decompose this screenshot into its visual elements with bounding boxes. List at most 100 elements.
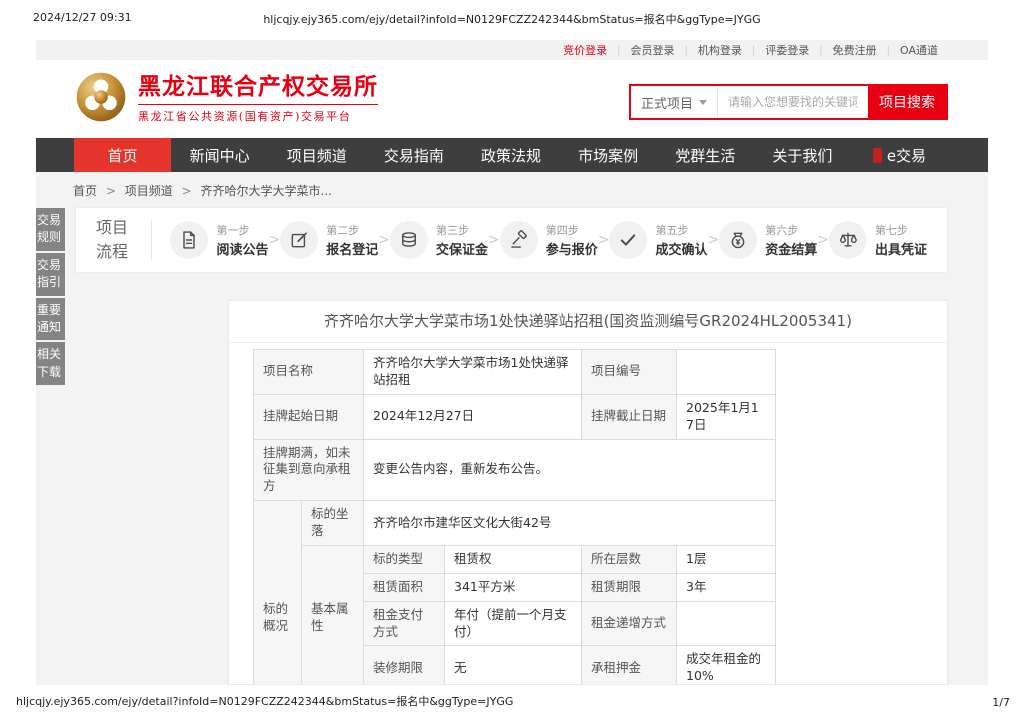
screen: hljcqjy.ejy365.com/ejy/detail?infoId=N01… [0, 0, 1024, 723]
search-category-value: 正式项目 [641, 93, 693, 112]
cell-value: 2024年12月27日 [364, 394, 582, 439]
print-header-date: 2024/12/27 09:31 [33, 11, 132, 24]
print-footer-page-number: 1/7 [992, 696, 1010, 709]
step-number: 第七步 [875, 222, 927, 238]
search-input[interactable] [718, 86, 868, 118]
search-button[interactable]: 项目搜索 [868, 86, 946, 118]
cell-label: 租金支付方式 [364, 601, 445, 646]
nav-item-policy[interactable]: 政策法规 [462, 138, 559, 172]
breadcrumb-projects[interactable]: 项目频道 [125, 184, 173, 198]
project-flow-panel: 项目流程 第一步 阅读公告 > [75, 207, 948, 273]
main-nav: 首页 新闻中心 项目频道 交易指南 政策法规 市场案例 党群生活 关于我们 e交… [36, 138, 988, 172]
link-free-register[interactable]: 免费注册 [823, 42, 887, 58]
table-row: 挂牌起始日期 2024年12月27日 挂牌截止日期 2025年1月17日 [254, 394, 776, 439]
nav-item-party[interactable]: 党群生活 [657, 138, 754, 172]
side-tab-trade-rules[interactable]: 交易规则 [36, 208, 65, 251]
cell-label: 装修期限 [364, 646, 445, 685]
step-name: 参与报价 [546, 239, 598, 258]
cell-label: 基本属性 [302, 545, 364, 685]
nav-item-news[interactable]: 新闻中心 [171, 138, 268, 172]
nav-item-etrade[interactable]: e交易 [851, 138, 948, 172]
moneybag-icon [719, 221, 757, 259]
cell-label: 标的概况 [254, 501, 302, 685]
step-name: 交保证金 [436, 239, 488, 258]
nav-item-etrade-label: e交易 [887, 145, 926, 166]
step-name: 资金结算 [765, 239, 817, 258]
nav-item-about[interactable]: 关于我们 [754, 138, 851, 172]
check-icon [609, 221, 647, 259]
cell-label: 挂牌截止日期 [582, 394, 677, 439]
cell-value: 年付（提前一个月支付） [445, 601, 582, 646]
chevron-right-icon: > [269, 232, 281, 248]
cell-label: 所在层数 [582, 545, 677, 573]
cell-label: 挂牌起始日期 [254, 394, 364, 439]
cell-value: 齐齐哈尔大学大学菜市场1处快递驿站招租 [364, 350, 582, 395]
divider [151, 220, 152, 260]
gavel-icon [500, 221, 538, 259]
breadcrumb-home[interactable]: 首页 [73, 184, 97, 198]
step-name: 阅读公告 [216, 239, 268, 258]
table-row: 项目名称 齐齐哈尔大学大学菜市场1处快递驿站招租 项目编号 [254, 350, 776, 395]
link-member-login[interactable]: 会员登录 [621, 42, 685, 58]
flow-step-7: 第七步 出具凭证 [829, 221, 927, 259]
chevron-right-icon: > [598, 232, 610, 248]
step-number: 第五步 [655, 222, 707, 238]
link-org-login[interactable]: 机构登录 [688, 42, 752, 58]
document-icon [170, 221, 208, 259]
site-logo[interactable]: 黑龙江联合产权交易所 黑龙江省公共资源(国有资产)交易平台 [74, 70, 378, 128]
side-tabs: 交易规则 交易指引 重要通知 相关下载 [36, 208, 65, 387]
side-tab-trade-guide[interactable]: 交易指引 [36, 253, 65, 296]
search-category-select[interactable]: 正式项目 [631, 86, 718, 118]
nav-item-cases[interactable]: 市场案例 [560, 138, 657, 172]
cell-value [677, 601, 776, 646]
step-number: 第六步 [765, 222, 817, 238]
side-tab-downloads[interactable]: 相关下载 [36, 342, 65, 385]
scales-icon [829, 221, 867, 259]
project-detail-table: 项目名称 齐齐哈尔大学大学菜市场1处快递驿站招租 项目编号 挂牌起始日期 202… [253, 349, 776, 685]
step-name: 报名登记 [326, 239, 378, 258]
link-bid-login[interactable]: 竞价登录 [553, 42, 617, 58]
chevron-down-icon [699, 100, 707, 105]
cell-label: 租赁期限 [582, 573, 677, 601]
cell-value: 成交年租金的10% [677, 646, 776, 685]
edit-icon [280, 221, 318, 259]
project-title: 齐齐哈尔大学大学菜市场1处快递驿站招租(国资监测编号GR2024HL200534… [229, 301, 947, 343]
golden-knot-logo-icon [74, 70, 128, 128]
breadcrumb-separator: > [101, 184, 121, 198]
flow-step-3: 第三步 交保证金 [390, 221, 488, 259]
flow-step-5: 第五步 成交确认 [609, 221, 707, 259]
side-tab-important-notice[interactable]: 重要通知 [36, 298, 65, 341]
nav-item-trade-guide[interactable]: 交易指南 [365, 138, 462, 172]
nav-item-projects[interactable]: 项目频道 [268, 138, 365, 172]
link-oa-portal[interactable]: OA通道 [890, 42, 948, 58]
breadcrumb-current: 齐齐哈尔大学大学菜市... [200, 184, 331, 198]
cell-label: 标的坐落 [302, 501, 364, 546]
cell-label: 租金递增方式 [582, 601, 677, 646]
link-judge-login[interactable]: 评委登录 [755, 42, 819, 58]
cell-label: 项目编号 [582, 350, 677, 395]
print-footer-url: hljcqjy.ejy365.com/ejy/detail?infoId=N01… [16, 693, 513, 709]
cell-value: 租赁权 [445, 545, 582, 573]
cell-value: 341平方米 [445, 573, 582, 601]
webpage: 竞价登录 | 会员登录 | 机构登录 | 评委登录 | 免费注册 | OA通道 [36, 40, 988, 687]
flow-step-1: 第一步 阅读公告 [170, 221, 268, 259]
etrade-logo-icon [873, 148, 882, 163]
cell-value: 变更公告内容，重新发布公告。 [364, 439, 776, 501]
flow-step-6: 第六步 资金结算 [719, 221, 817, 259]
cell-value: 1层 [677, 545, 776, 573]
cell-value: 2025年1月17日 [677, 394, 776, 439]
cell-label: 标的类型 [364, 545, 445, 573]
site-title: 黑龙江联合产权交易所 [138, 74, 378, 102]
flow-steps: 第一步 阅读公告 > 第二步 报名登记 > [170, 221, 927, 259]
cell-value [677, 350, 776, 395]
flow-label: 项目流程 [96, 216, 135, 264]
header-band: 黑龙江联合产权交易所 黑龙江省公共资源(国有资产)交易平台 正式项目 项目搜索 [36, 60, 988, 138]
table-row: 标的概况 标的坐落 齐齐哈尔市建华区文化大街42号 [254, 501, 776, 546]
flow-step-2: 第二步 报名登记 [280, 221, 378, 259]
flow-step-4: 第四步 参与报价 [500, 221, 598, 259]
nav-item-home[interactable]: 首页 [74, 138, 171, 172]
breadcrumb-separator: > [177, 184, 197, 198]
chevron-right-icon: > [817, 232, 829, 248]
chevron-right-icon: > [378, 232, 390, 248]
cell-value: 3年 [677, 573, 776, 601]
